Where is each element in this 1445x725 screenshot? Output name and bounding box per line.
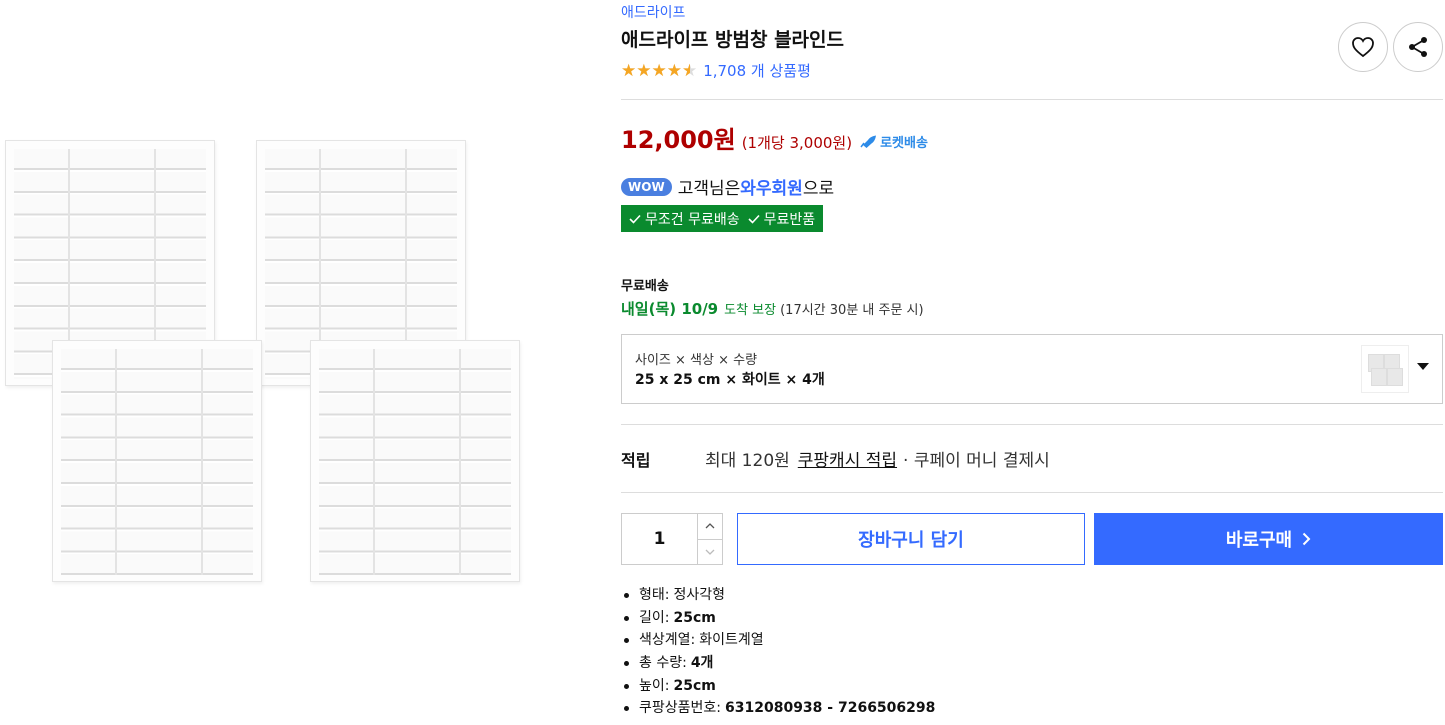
attribute-key: 형태: (639, 587, 670, 603)
wishlist-button[interactable] (1338, 22, 1388, 72)
points-row: 적립 최대 120원 쿠팡캐시 적립 · 쿠페이 머니 결제시 (621, 446, 1050, 472)
attribute-key: 쿠팡상품번호: (639, 700, 721, 717)
points-max: 최대 120원 (705, 451, 790, 471)
price-row: 12,000원 (1개당 3,000원) 로켓배송 (621, 120, 928, 155)
bullet (624, 706, 629, 712)
attribute-key: 길이: (639, 609, 670, 626)
share-button[interactable] (1393, 22, 1443, 72)
option-label: 사이즈 × 색상 × 수량 (635, 353, 758, 368)
wow-benefits: 무조건 무료배송 무료반품 (621, 205, 824, 232)
blind-panel (52, 340, 262, 582)
shipping-label: 무료배송 (621, 279, 669, 294)
bullet (624, 683, 629, 689)
divider (621, 492, 1443, 493)
unit-price: (1개당 3,000원) (741, 134, 853, 152)
product-title: 애드라이프 방범창 블라인드 (621, 29, 844, 51)
rating-stars-fill: ★★★★★ (621, 61, 690, 80)
free-shipping-benefit: 무조건 무료배송 (645, 211, 740, 228)
heart-icon (1352, 37, 1374, 58)
attribute-value: 4개 (690, 655, 714, 672)
option-value: 25 x 25 cm × 화이트 × 4개 (635, 372, 825, 388)
wow-member: 와우회원 (740, 179, 803, 199)
chevron-right-icon (1302, 532, 1311, 546)
check-icon (629, 214, 641, 224)
quantity-stepper (621, 513, 723, 565)
attribute-value: 25cm (673, 677, 716, 694)
attribute-item: 길이: 25cm (621, 607, 935, 630)
bullet (624, 638, 629, 644)
chevron-up-icon (705, 523, 715, 529)
attribute-item: 색상계열: 화이트계열 (621, 629, 935, 652)
review-count-link[interactable]: 1,708 개 상품평 (703, 60, 811, 81)
rocket-icon (860, 135, 877, 148)
attribute-value: 정사각형 (673, 587, 726, 603)
arrival-date: 내일(목) 10/9 (621, 300, 719, 318)
bullet (624, 592, 629, 598)
buy-now-button[interactable]: 바로구매 (1094, 513, 1443, 565)
brand-link[interactable]: 애드라이프 (621, 2, 685, 22)
buy-now-label: 바로구매 (1225, 530, 1293, 551)
points-label: 적립 (621, 450, 651, 470)
product-attributes: 형태: 정사각형 길이: 25cm 색상계열: 화이트계열 총 수량: 4개 높이: 25cm 쿠팡… (621, 584, 935, 720)
arrival-guarantee: 도착 보장 (724, 303, 777, 318)
option-thumbnail (1361, 345, 1409, 393)
attribute-item: 형태: 정사각형 (621, 584, 935, 607)
attribute-value: 25cm (673, 609, 716, 626)
attribute-key: 색상계열: (639, 632, 696, 649)
attribute-item: 총 수량: 4개 (621, 652, 935, 675)
attribute-value: 6312080938 - 7266506298 (725, 700, 936, 717)
sale-price: 12,000원 (621, 126, 736, 154)
wow-row: WOW 고객님은 와우회원 으로 (621, 174, 834, 199)
attribute-item: 높이: 25cm (621, 675, 935, 698)
chevron-down-icon (705, 549, 715, 555)
divider (621, 99, 1443, 100)
add-to-cart-button[interactable]: 장바구니 담기 (737, 513, 1085, 565)
product-image (0, 130, 530, 590)
blind-panel (310, 340, 520, 582)
attribute-item: 쿠팡상품번호: 6312080938 - 7266506298 (621, 697, 935, 720)
wow-badge: WOW (621, 177, 672, 196)
wow-prefix: 고객님은 (677, 179, 741, 199)
quantity-increase-button[interactable] (698, 514, 722, 540)
rating: ★★★★★ ★★★★★ 1,708 개 상품평 (621, 60, 811, 81)
delivery-estimate: 내일(목) 10/9 도착 보장 (17시간 30분 내 주문 시) (621, 298, 924, 319)
rating-stars: ★★★★★ ★★★★★ (621, 60, 698, 81)
wow-suffix: 으로 (802, 179, 835, 199)
option-selector[interactable]: 사이즈 × 색상 × 수량 25 x 25 cm × 화이트 × 4개 (621, 334, 1443, 404)
order-cutoff: (17시간 30분 내 주문 시) (780, 303, 924, 318)
quantity-decrease-button[interactable] (698, 540, 722, 565)
attribute-key: 높이: (639, 677, 670, 694)
divider (621, 424, 1443, 425)
rocket-delivery-badge: 로켓배송 (860, 132, 928, 151)
rocket-label: 로켓배송 (880, 135, 928, 151)
points-pay-note: · 쿠페이 머니 결제시 (903, 451, 1050, 471)
share-icon (1409, 37, 1427, 57)
free-return-benefit: 무료반품 (763, 211, 816, 228)
attribute-key: 총 수량: (639, 655, 687, 672)
bullet (624, 660, 629, 666)
chevron-down-icon (1417, 363, 1429, 370)
check-icon (748, 214, 760, 224)
coupang-cash-link[interactable]: 쿠팡캐시 적립 (798, 446, 897, 471)
attribute-value: 화이트계열 (699, 632, 764, 649)
quantity-input[interactable] (622, 514, 697, 564)
bullet (624, 615, 629, 621)
